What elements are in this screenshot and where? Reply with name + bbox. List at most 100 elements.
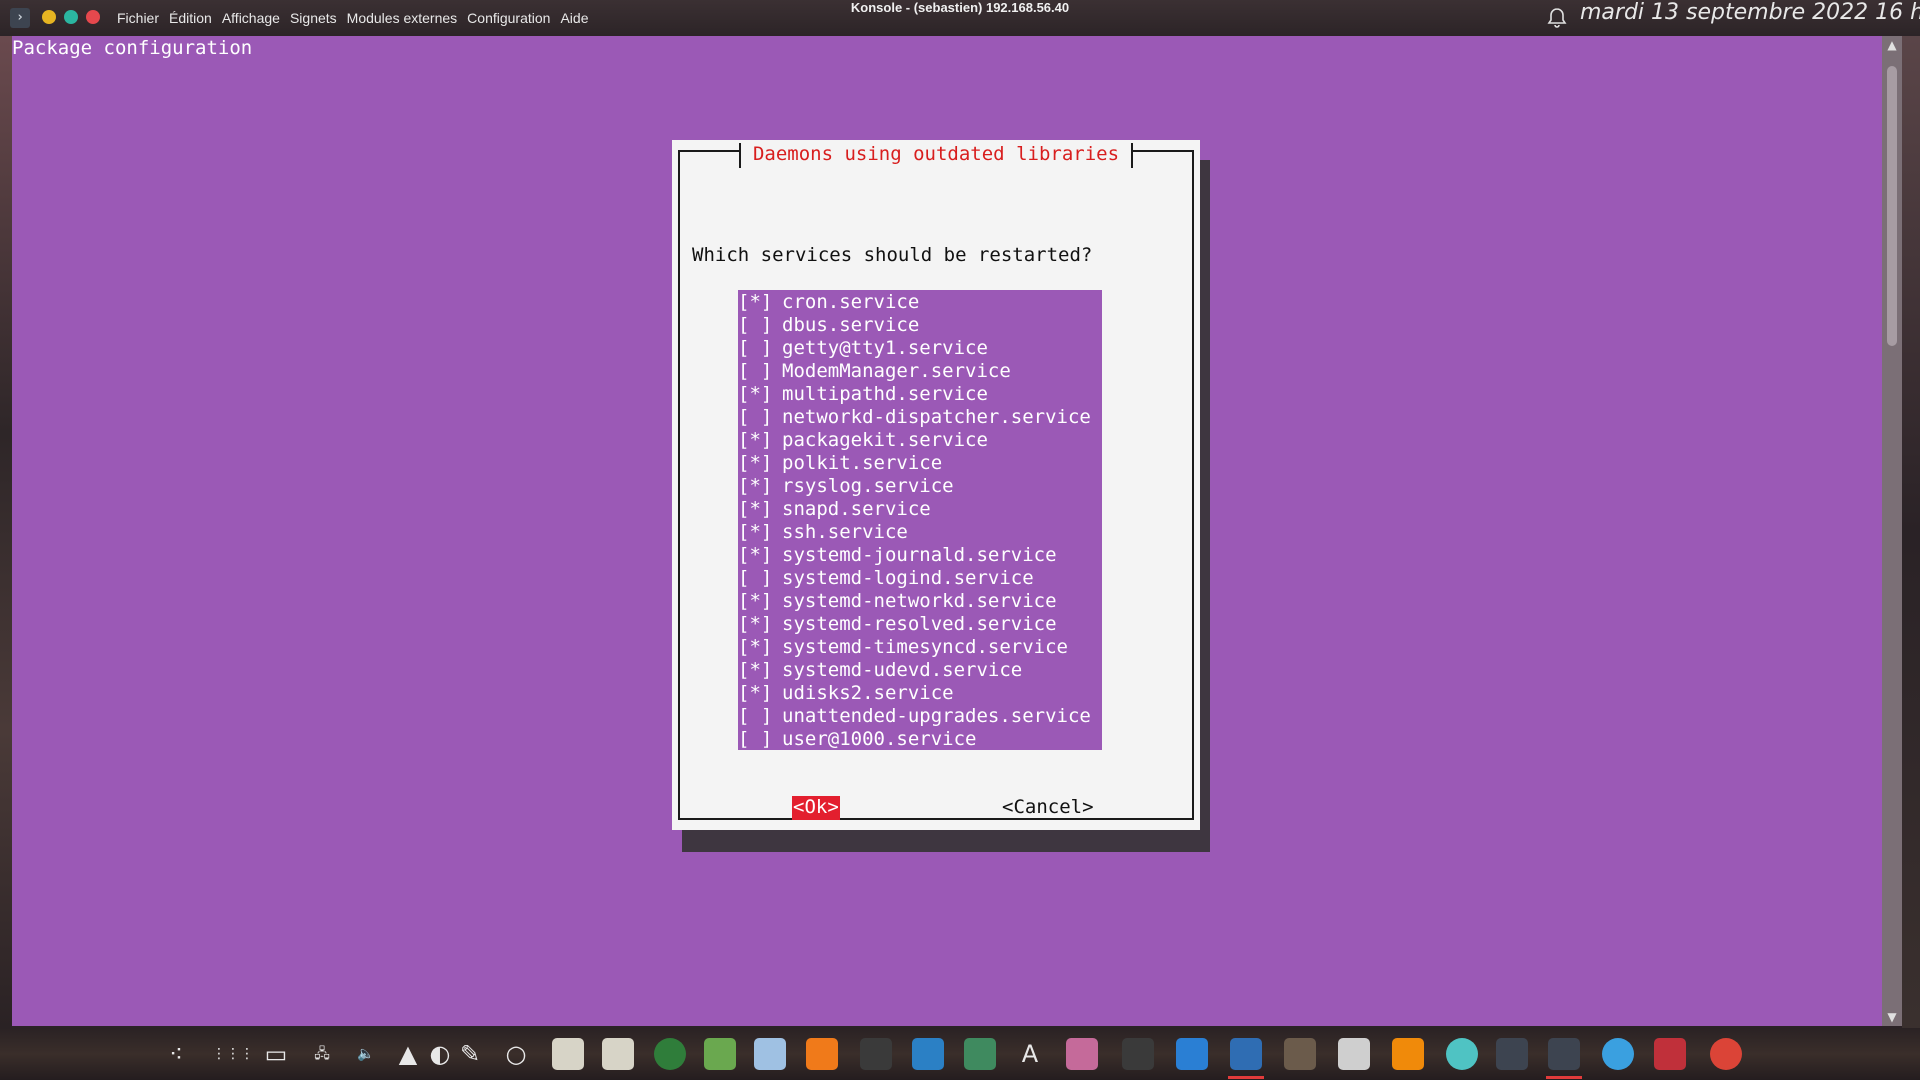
service-row[interactable]: [ ] ModemManager.service	[738, 360, 1102, 383]
service-row[interactable]: [*] systemd-udevd.service	[738, 659, 1102, 682]
service-row[interactable]: [*] udisks2.service	[738, 682, 1102, 705]
clock[interactable]: mardi 13 septembre 2022 16 h 30	[1580, 0, 1920, 36]
service-checkbox[interactable]: [ ]	[738, 314, 782, 336]
active-task-indicator	[1546, 1076, 1582, 1079]
inkscape-icon[interactable]	[1338, 1038, 1370, 1070]
service-checkbox[interactable]: [*]	[738, 659, 782, 681]
chrome-icon[interactable]	[1710, 1038, 1742, 1070]
menu-affichage[interactable]: Affichage	[217, 10, 285, 26]
wallpaper-right-edge	[1902, 36, 1920, 1028]
kde-connect-icon[interactable]	[1602, 1038, 1634, 1070]
service-checkbox[interactable]: [ ]	[738, 337, 782, 359]
service-checkbox[interactable]: [ ]	[738, 728, 782, 750]
terminal-icon[interactable]: ›	[10, 8, 30, 28]
remote-desktop-icon[interactable]	[1066, 1038, 1098, 1070]
konsole-icon[interactable]	[1496, 1038, 1528, 1070]
service-checkbox[interactable]: [*]	[738, 429, 782, 451]
kickoff-launcher-icon[interactable]: ⁖	[160, 1036, 192, 1072]
restart-services-dialog: Daemons using outdated libraries Which s…	[672, 140, 1200, 830]
service-name: multipathd.service	[782, 383, 988, 405]
service-checkbox[interactable]: [*]	[738, 613, 782, 635]
menu-fichier[interactable]: Fichier	[112, 10, 164, 26]
cloud-icon[interactable]	[1176, 1038, 1208, 1070]
close-button[interactable]	[86, 10, 100, 24]
search-icon[interactable]: ○	[500, 1036, 532, 1072]
wireshark-icon[interactable]	[1230, 1038, 1262, 1070]
color-picker-icon[interactable]: ✎	[454, 1036, 486, 1072]
app-grid-icon[interactable]: ⋮⋮⋮	[212, 1036, 254, 1072]
service-name: rsyslog.service	[782, 475, 954, 497]
mail-icon[interactable]	[1446, 1038, 1478, 1070]
font-viewer-icon[interactable]: A	[1014, 1036, 1046, 1072]
service-checkbox[interactable]: [*]	[738, 590, 782, 612]
service-checklist[interactable]: [*] cron.service[ ] dbus.service[ ] getty@t…	[738, 290, 1102, 750]
service-row[interactable]: [*] polkit.service	[738, 452, 1102, 475]
system-monitor-icon[interactable]	[860, 1038, 892, 1070]
service-checkbox[interactable]: [ ]	[738, 360, 782, 382]
service-row[interactable]: [*] multipathd.service	[738, 383, 1102, 406]
ok-button[interactable]: <Ok>	[792, 796, 840, 820]
service-checkbox[interactable]: [*]	[738, 498, 782, 520]
service-checkbox[interactable]: [*]	[738, 452, 782, 474]
service-checkbox[interactable]: [*]	[738, 475, 782, 497]
menu-signets[interactable]: Signets	[285, 10, 342, 26]
service-row[interactable]: [*] systemd-timesyncd.service	[738, 636, 1102, 659]
service-row[interactable]: [*] systemd-resolved.service	[738, 613, 1102, 636]
wallpaper-left-edge	[0, 36, 12, 1028]
service-row[interactable]: [ ] networkd-dispatcher.service	[738, 406, 1102, 429]
network-icon[interactable]: 🖧	[306, 1036, 338, 1072]
menu-modules-externes[interactable]: Modules externes	[342, 10, 463, 26]
scroll-up-icon[interactable]: ▲	[1882, 38, 1902, 52]
bell-icon[interactable]	[1545, 6, 1569, 30]
konsole-active-icon[interactable]	[1548, 1038, 1580, 1070]
folder-icon[interactable]	[1654, 1038, 1686, 1070]
maximize-button[interactable]	[64, 10, 78, 24]
store-icon[interactable]	[912, 1038, 944, 1070]
clipboard-icon[interactable]: ◐	[424, 1036, 456, 1072]
scroll-down-icon[interactable]: ▼	[1882, 1010, 1902, 1024]
tray-arrow-icon[interactable]: ▲	[392, 1036, 424, 1072]
service-checkbox[interactable]: [*]	[738, 682, 782, 704]
show-desktop-icon[interactable]: ▭	[260, 1036, 292, 1072]
service-row[interactable]: [*] snapd.service	[738, 498, 1102, 521]
service-checkbox[interactable]: [*]	[738, 636, 782, 658]
service-row[interactable]: [*] packagekit.service	[738, 429, 1102, 452]
service-row[interactable]: [ ] dbus.service	[738, 314, 1102, 337]
cancel-button[interactable]: <Cancel>	[1002, 796, 1094, 820]
volume-icon[interactable]: 🔈	[350, 1036, 382, 1072]
image-viewer-icon[interactable]	[964, 1038, 996, 1070]
service-checkbox[interactable]: [ ]	[738, 406, 782, 428]
gimp-icon[interactable]	[1284, 1038, 1316, 1070]
menu-edition[interactable]: Édition	[164, 10, 217, 26]
service-checkbox[interactable]: [*]	[738, 544, 782, 566]
calculator-icon[interactable]	[1122, 1038, 1154, 1070]
vpn-icon[interactable]	[704, 1038, 736, 1070]
menu-configuration[interactable]: Configuration	[462, 10, 555, 26]
service-row[interactable]: [*] ssh.service	[738, 521, 1102, 544]
menu-aide[interactable]: Aide	[555, 10, 593, 26]
service-checkbox[interactable]: [*]	[738, 383, 782, 405]
service-row[interactable]: [ ] user@1000.service	[738, 728, 1102, 751]
service-checkbox[interactable]: [ ]	[738, 567, 782, 589]
service-row[interactable]: [ ] unattended-upgrades.service	[738, 705, 1102, 728]
earth-browser-icon[interactable]	[654, 1038, 686, 1070]
scroll-thumb[interactable]	[1887, 66, 1897, 346]
service-row[interactable]: [*] rsyslog.service	[738, 475, 1102, 498]
minimize-button[interactable]	[42, 10, 56, 24]
terminal-scrollbar[interactable]: ▲ ▼	[1882, 36, 1902, 1026]
service-row[interactable]: [*] systemd-journald.service	[738, 544, 1102, 567]
service-name: ModemManager.service	[782, 360, 1011, 382]
service-row[interactable]: [ ] getty@tty1.service	[738, 337, 1102, 360]
sublime-text-icon[interactable]	[806, 1038, 838, 1070]
service-checkbox[interactable]: [*]	[738, 291, 782, 313]
service-checkbox[interactable]: [ ]	[738, 705, 782, 727]
service-row[interactable]: [ ] systemd-logind.service	[738, 567, 1102, 590]
file-manager-icon[interactable]	[552, 1038, 584, 1070]
service-row[interactable]: [*] cron.service	[738, 291, 1102, 314]
service-name: systemd-udevd.service	[782, 659, 1023, 681]
file-manager-2-icon[interactable]	[602, 1038, 634, 1070]
virtualbox-icon[interactable]	[754, 1038, 786, 1070]
vlc-icon[interactable]	[1392, 1038, 1424, 1070]
service-row[interactable]: [*] systemd-networkd.service	[738, 590, 1102, 613]
service-checkbox[interactable]: [*]	[738, 521, 782, 543]
